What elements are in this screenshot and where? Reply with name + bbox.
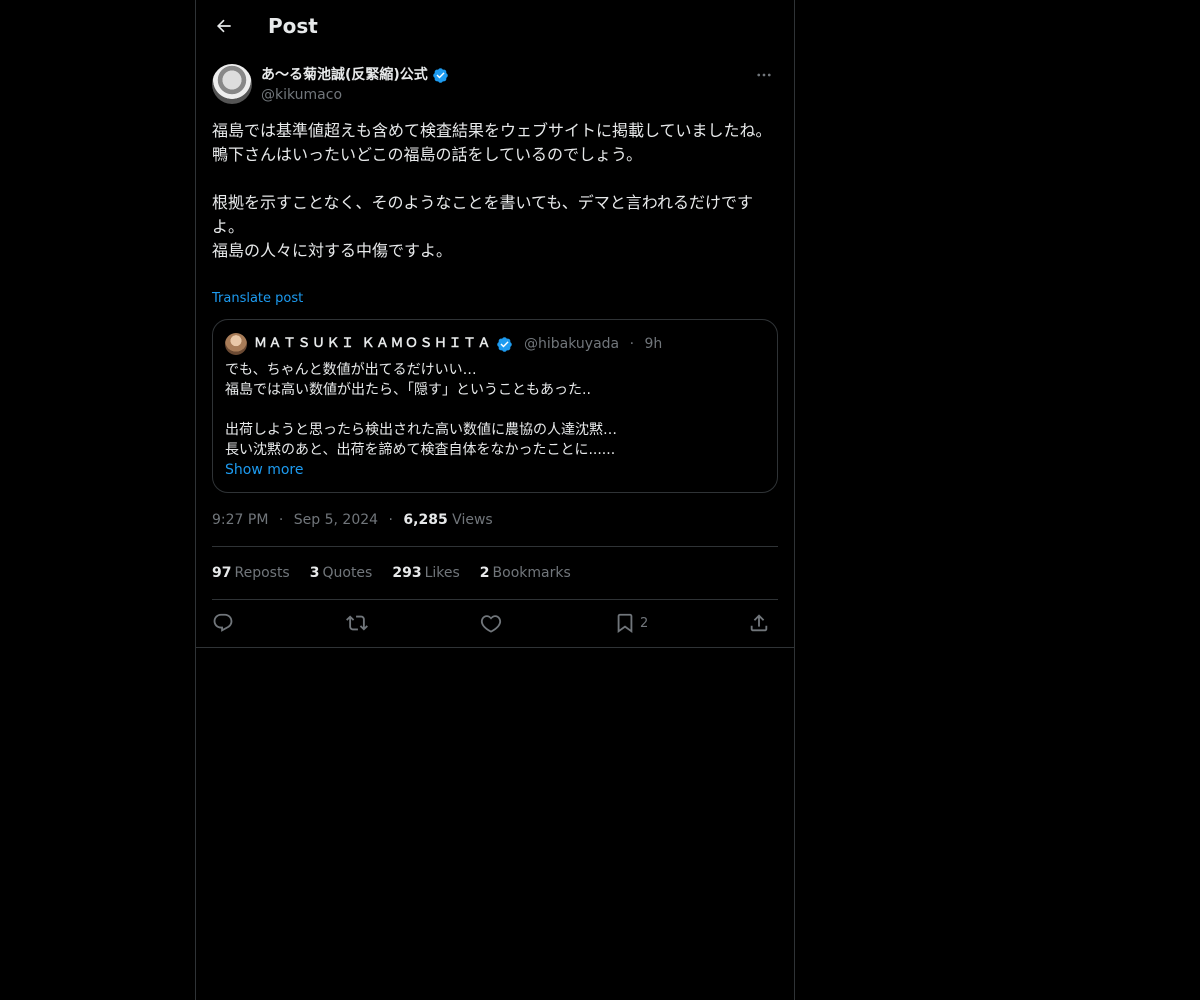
verified-badge-icon xyxy=(432,67,449,84)
bookmarks-label: Bookmarks xyxy=(492,565,571,581)
reposts-stat[interactable]: 97 Reposts xyxy=(212,563,290,583)
quotes-stat[interactable]: 3 Quotes xyxy=(310,563,373,583)
dot-separator: · xyxy=(629,336,635,352)
more-options-button[interactable] xyxy=(750,64,778,86)
quoted-post-card[interactable]: ＭＡＴＳＵＫＩ ＫＡＭＯＳＨＩＴＡ @hibakuyada · 9h でも、ちゃ… xyxy=(212,319,778,493)
post-time[interactable]: 9:27 PM xyxy=(212,512,268,528)
post-author: あ〜る菊池誠(反緊縮)公式 @kikumaco xyxy=(212,64,778,106)
post-actions: 2 xyxy=(212,609,778,637)
bookmark-icon xyxy=(614,612,636,634)
page-header: Post xyxy=(196,0,794,53)
likes-stat[interactable]: 293 Likes xyxy=(392,563,459,583)
like-button[interactable] xyxy=(480,609,502,637)
reposts-label: Reposts xyxy=(234,565,290,581)
reply-button[interactable] xyxy=(212,609,234,637)
views-count: 6,285 xyxy=(403,512,448,528)
reposts-count: 97 xyxy=(212,565,232,581)
quoted-post-text: でも、ちゃんと数値が出てるだけいい… 福島では高い数値が出たら、「隠す」というこ… xyxy=(225,362,617,458)
engagement-stats: 97 Reposts 3 Quotes 293 Likes 2 Bookmarks xyxy=(212,563,571,583)
bookmark-button[interactable]: 2 xyxy=(614,609,648,637)
dot-separator: · xyxy=(278,512,284,528)
arrow-left-icon xyxy=(214,16,234,36)
back-button[interactable] xyxy=(210,12,238,40)
more-horizontal-icon xyxy=(755,66,773,84)
quoted-post-age: 9h xyxy=(644,336,663,352)
translate-post-link[interactable]: Translate post xyxy=(212,290,303,308)
bookmarks-count: 2 xyxy=(479,565,490,581)
bookmark-count: 2 xyxy=(640,615,649,631)
dot-separator: · xyxy=(388,512,393,528)
likes-label: Likes xyxy=(424,565,460,581)
quoted-author-name-text: ＭＡＴＳＵＫＩ ＫＡＭＯＳＨＩＴＡ xyxy=(254,336,493,351)
show-more-link[interactable]: Show more xyxy=(225,460,304,480)
divider xyxy=(212,546,778,547)
quotes-label: Quotes xyxy=(322,565,373,581)
quoted-author-name: ＭＡＴＳＵＫＩ ＫＡＭＯＳＨＩＴＡ xyxy=(254,334,513,354)
quotes-count: 3 xyxy=(309,565,320,581)
share-icon xyxy=(748,612,770,634)
author-name: あ〜る菊池誠(反緊縮)公式 xyxy=(261,67,428,83)
divider xyxy=(196,647,794,648)
repost-icon xyxy=(346,612,368,634)
reply-icon xyxy=(212,612,234,634)
post-detail-column: Post あ〜る菊池誠(反緊縮)公式 @kikumaco 福島では基準値超えも含… xyxy=(195,0,795,1000)
post-timestamp-row: 9:27 PM · Sep 5, 2024 · 6,285 Views xyxy=(212,510,493,530)
heart-icon xyxy=(480,612,502,634)
likes-count: 293 xyxy=(392,565,422,581)
page-title: Post xyxy=(268,14,318,38)
avatar[interactable] xyxy=(212,64,252,104)
post-date[interactable]: Sep 5, 2024 xyxy=(294,512,378,528)
bookmarks-stat[interactable]: 2 Bookmarks xyxy=(480,563,571,583)
quoted-post-meta: @hibakuyada · 9h xyxy=(524,334,662,354)
author-name-link[interactable]: あ〜る菊池誠(反緊縮)公式 xyxy=(261,65,449,85)
share-button[interactable] xyxy=(748,609,770,637)
quoted-author-avatar xyxy=(225,333,247,355)
verified-badge-icon xyxy=(496,336,513,353)
divider xyxy=(212,599,778,600)
views-label: Views xyxy=(452,512,493,528)
repost-button[interactable] xyxy=(346,609,368,637)
quoted-author-handle: @hibakuyada xyxy=(524,336,620,352)
author-handle[interactable]: @kikumaco xyxy=(261,85,342,105)
post-text: 福島では基準値超えも含めて検査結果をウェブサイトに掲載していましたね。 鴨下さん… xyxy=(212,121,772,260)
